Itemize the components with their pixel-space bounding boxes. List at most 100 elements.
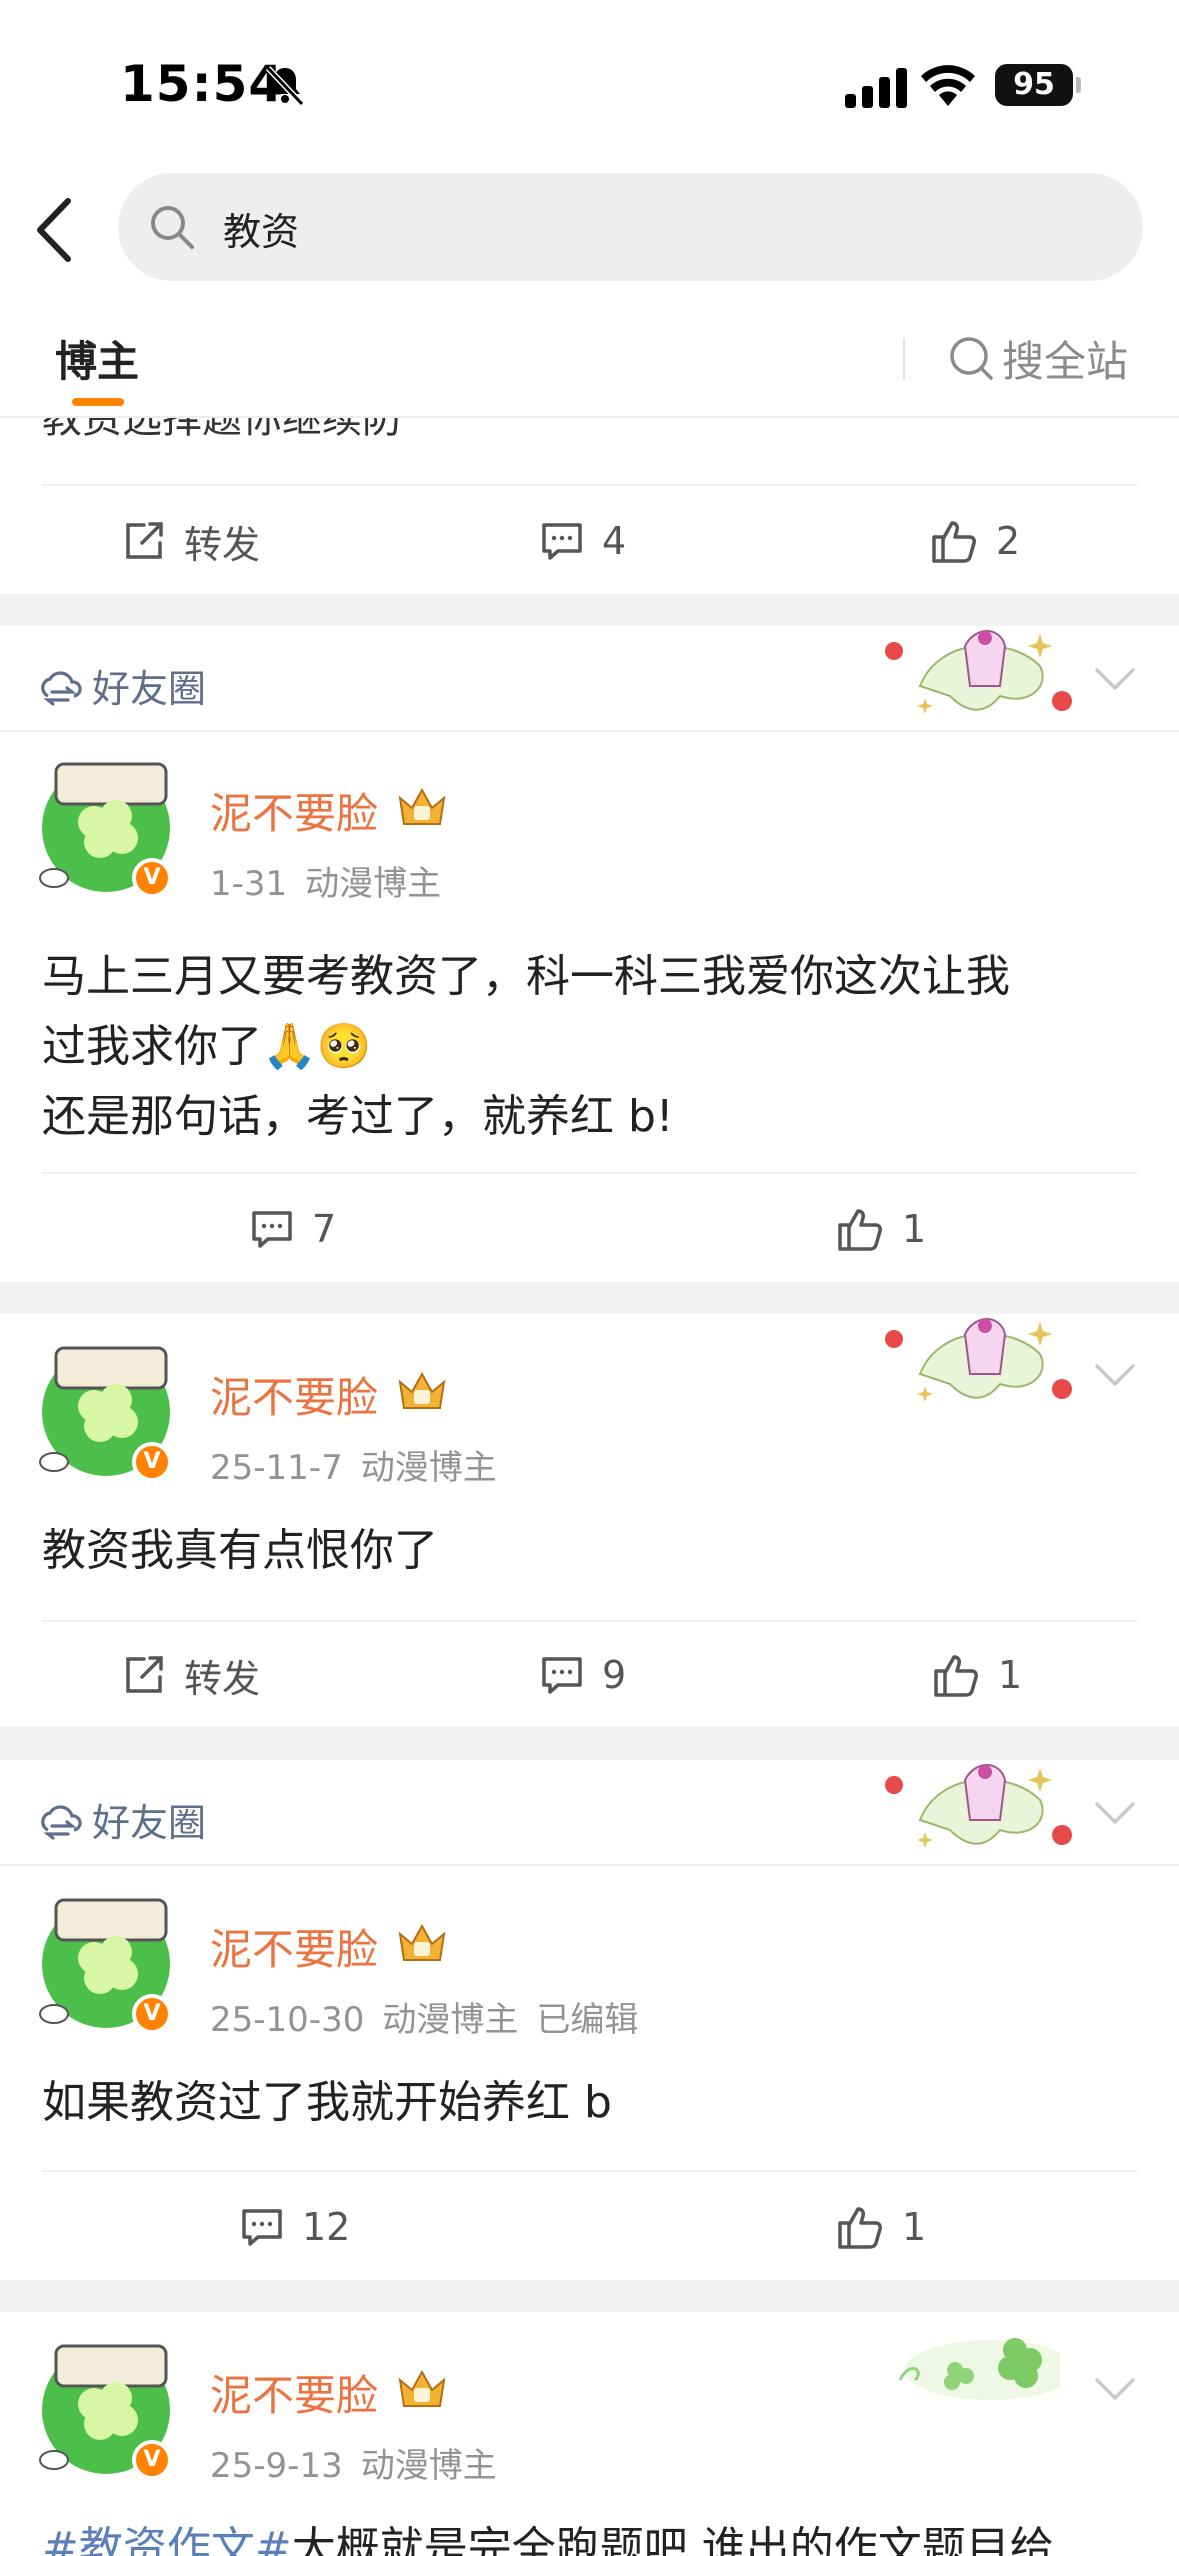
post-text: #教资作文#大概就是完全跑题吧 谁出的作文题目给 — [42, 2514, 1142, 2556]
repost-label: 转发 — [184, 522, 261, 567]
author-tag: 动漫博主 — [382, 2000, 519, 2040]
repost-icon — [126, 1656, 163, 1693]
wifi-icon — [921, 65, 975, 106]
divider — [0, 1864, 1179, 1866]
clover-decoration-icon — [898, 2338, 1060, 2400]
comment-icon — [542, 1657, 582, 1694]
verified-icon: V — [132, 2440, 172, 2480]
author-tag: 动漫博主 — [305, 864, 442, 904]
circle-icon — [41, 670, 82, 706]
repost-button[interactable]: 转发 — [122, 486, 260, 594]
chevron-down-icon[interactable] — [1093, 1360, 1137, 1390]
silent-bell-icon — [265, 65, 305, 107]
hashtag-link[interactable]: #教资作文# — [42, 2523, 292, 2556]
verified-icon: V — [132, 1994, 172, 2034]
comment-icon — [542, 523, 582, 560]
comment-button[interactable]: 4 — [540, 486, 626, 594]
post-text-partial: 教资选择题你继续防 — [42, 418, 402, 442]
post-meta: 25-9-13 动漫博主 — [210, 2438, 515, 2487]
crown-icon — [398, 787, 446, 825]
post-actions: 7 1 — [0, 1174, 1179, 1284]
comment-button[interactable]: 9 — [540, 1620, 626, 1730]
avatar[interactable]: V — [36, 1338, 176, 1482]
comment-button[interactable]: 12 — [240, 2172, 350, 2282]
battery-cap — [1076, 77, 1081, 93]
like-button[interactable]: 1 — [932, 1620, 1022, 1730]
chevron-down-icon[interactable] — [1093, 1798, 1137, 1828]
like-icon — [838, 2207, 882, 2249]
like-count: 1 — [902, 2205, 927, 2249]
post-meta: 1-31 动漫博主 — [210, 856, 459, 905]
post-card: V 泥不要脸 25-11-7 动漫博主 教资我真有点恨你了 转发 9 1 — [0, 1314, 1179, 1726]
tab-bar: 博主 搜全站 — [0, 300, 1179, 418]
friend-circle-text: 好友圈 — [92, 1801, 207, 1845]
edited-label: 已编辑 — [536, 2000, 639, 2040]
tab-active-indicator — [72, 398, 124, 406]
search-icon — [151, 206, 194, 249]
comment-count: 7 — [312, 1207, 337, 1251]
like-icon — [838, 1209, 882, 1251]
crown-icon — [398, 1923, 446, 1961]
author-tag: 动漫博主 — [360, 2446, 497, 2486]
author-tag: 动漫博主 — [360, 1448, 497, 1488]
divider — [0, 730, 1179, 732]
comment-icon — [242, 2209, 282, 2246]
repost-button[interactable]: 转发 — [122, 1620, 260, 1730]
like-count: 1 — [902, 1207, 927, 1251]
post-date: 25-11-7 — [210, 1448, 343, 1488]
comment-count: 12 — [302, 2205, 351, 2249]
search-all-button[interactable]: 搜全站 — [948, 328, 1128, 388]
post-text: 教资我真有点恨你了 — [42, 1525, 438, 1576]
post-actions: 12 1 — [0, 2172, 1179, 2282]
post-actions: 转发 4 2 — [0, 486, 1179, 594]
like-icon — [932, 521, 976, 563]
author-name[interactable]: 泥不要脸 — [210, 1916, 378, 1977]
back-icon[interactable] — [30, 195, 80, 265]
post-card-partial: 教资选择题你继续防 转发 4 2 — [0, 418, 1179, 594]
post-text-line: 过我求你了🙏🥺 — [42, 1021, 372, 1072]
chevron-down-icon[interactable] — [1093, 2374, 1137, 2404]
repost-label: 转发 — [184, 1656, 261, 1701]
post-text-line: 马上三月又要考教资了，科一科三我爱你这次让我 — [42, 951, 1010, 1002]
circle-icon — [41, 1804, 82, 1840]
post-meta: 25-10-30 动漫博主 已编辑 — [210, 1992, 656, 2041]
author-name[interactable]: 泥不要脸 — [210, 1364, 378, 1425]
comment-icon — [252, 1211, 292, 1248]
search-all-label: 搜全站 — [1002, 336, 1129, 386]
post-text-body: 大概就是完全跑题吧 谁出的作文题目给 — [291, 2523, 1054, 2556]
avatar[interactable]: V — [36, 754, 176, 898]
post-text: 如果教资过了我就开始养红 b — [42, 2077, 612, 2128]
friend-circle-label: 好友圈 — [38, 658, 206, 713]
author-name[interactable]: 泥不要脸 — [210, 780, 378, 841]
like-button[interactable]: 1 — [836, 2172, 926, 2282]
like-button[interactable]: 1 — [836, 1174, 926, 1284]
cellular-signal-icon — [845, 68, 907, 108]
search-query: 教资 — [223, 210, 300, 254]
post-date: 1-31 — [210, 864, 288, 904]
like-count: 2 — [996, 519, 1021, 563]
search-input[interactable]: 教资 — [118, 173, 1143, 281]
comment-button[interactable]: 7 — [250, 1174, 336, 1284]
author-name[interactable]: 泥不要脸 — [210, 2362, 378, 2423]
avatar[interactable]: V — [36, 2336, 176, 2480]
repost-icon — [126, 522, 163, 559]
post-card: V 泥不要脸 25-9-13 动漫博主 #教资作文#大概就是完全跑题吧 谁出的作文… — [0, 2312, 1179, 2556]
avatar[interactable]: V — [36, 1890, 176, 2034]
post-card: 好友圈 V 泥不要脸 25-10-30 动漫博主 已编辑 如果教资过了我就开始养红 … — [0, 1760, 1179, 2280]
chevron-down-icon[interactable] — [1093, 664, 1137, 694]
post-date: 25-9-13 — [210, 2446, 343, 2486]
like-count: 1 — [998, 1653, 1023, 1697]
post-date: 25-10-30 — [210, 2000, 365, 2040]
search-icon — [950, 337, 993, 380]
decorative-ribbon-icon — [885, 1764, 1072, 1848]
comment-count: 4 — [602, 519, 627, 563]
post-text: 马上三月又要考教资了，科一科三我爱你这次让我 过我求你了🙏🥺 还是那句话，考过了… — [42, 942, 1142, 1152]
post-meta: 25-11-7 动漫博主 — [210, 1440, 515, 1489]
post-text-line: 还是那句话，考过了，就养红 b! — [42, 1091, 674, 1142]
comment-count: 9 — [602, 1653, 627, 1697]
friend-circle-label: 好友圈 — [38, 1792, 206, 1847]
tab-bloggers[interactable]: 博主 — [55, 328, 139, 389]
like-icon — [934, 1655, 978, 1697]
crown-icon — [398, 2369, 446, 2407]
like-button[interactable]: 2 — [930, 486, 1020, 594]
